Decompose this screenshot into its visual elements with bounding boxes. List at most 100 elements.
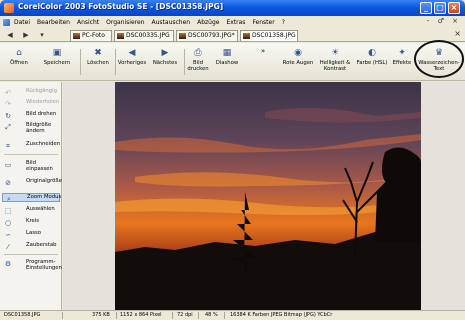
rotate-image-button[interactable]: ↻ Bild drehen (2, 111, 60, 120)
photo-image[interactable] (115, 82, 421, 310)
open-button[interactable]: ⌂ Öffnen (4, 48, 34, 78)
image-viewer[interactable] (63, 82, 465, 310)
effects-button[interactable]: ✦ Effekte (391, 48, 413, 78)
undo-button[interactable]: ↶ Rückgängig (2, 88, 60, 97)
computer-icon (73, 33, 80, 39)
save-icon: ▣ (52, 48, 62, 58)
toolbar-divider (184, 49, 185, 75)
zoom-mode-button[interactable]: ⌕ Zoom Modus (2, 193, 62, 203)
save-label: Speichern (43, 60, 71, 66)
menu-datei[interactable]: Datei (14, 19, 30, 26)
original-size-button[interactable]: ⊘ Originalgröße (2, 178, 62, 187)
print-button[interactable]: ⎙ Bild drucken (186, 48, 210, 78)
redo-label: Wiederholen (26, 99, 60, 105)
red-eye-label: Rote Augen (282, 60, 314, 66)
document-tab-bar: ◀ ▶ ▾ PC-Foto DSC00335.JPG DSC00793.JPG*… (0, 28, 465, 42)
close-button[interactable]: × (448, 2, 460, 14)
status-zoom: 48 % (205, 312, 218, 318)
document-icon[interactable] (3, 18, 10, 26)
arrow-right-icon: ▶ (161, 48, 169, 58)
fit-image-button[interactable]: ▭ Bild einpassen (2, 160, 60, 174)
back-arrow-icon[interactable]: ◀ (2, 30, 18, 40)
brightness-icon: ☀ (330, 48, 340, 58)
resize-image-button[interactable]: ⤢ Bildgröße ändern (2, 122, 60, 136)
folder-open-icon: ⌂ (16, 48, 22, 58)
main-toolbar: ⌂ Öffnen ▣ Speichern ✖ Löschen ◀ Vorheri… (0, 43, 465, 81)
toolbar-overflow-button[interactable]: » (258, 48, 268, 78)
open-label: Öffnen (10, 60, 28, 66)
minimize-button[interactable]: _ (420, 2, 432, 14)
maximize-button[interactable]: □ (434, 2, 446, 14)
status-filesize: 375 KB (92, 312, 110, 318)
resize-icon: ⤢ (5, 123, 11, 131)
menu-ansicht[interactable]: Ansicht (77, 19, 99, 26)
title-bar[interactable]: CorelColor 2003 FotoStudio SE - [DSC0135… (0, 0, 465, 16)
overflow-label: » (260, 47, 266, 55)
magic-wand-button[interactable]: ⁄ Zauberstab (2, 242, 60, 251)
status-colors: 16384 K Farben JPEG Bitmap (JPG) YCbCr (230, 312, 333, 318)
menu-help[interactable]: ? (282, 19, 285, 26)
red-eye-button[interactable]: ◉ Rote Augen (280, 48, 316, 78)
chevron-down-icon[interactable]: ▾ (34, 30, 50, 40)
slideshow-label: Diashow (215, 60, 239, 66)
original-size-label: Originalgröße (26, 178, 62, 184)
next-label: Nächstes (152, 60, 178, 66)
select-icon: ⬚ (4, 207, 12, 215)
brightness-label: Helligkeit & Kontrast (319, 60, 351, 72)
slideshow-button[interactable]: ▦ Diashow (213, 48, 241, 78)
status-filename: DSC01358.JPG (4, 312, 41, 318)
lasso-icon: ∽ (5, 231, 11, 239)
effects-icon: ✦ (398, 48, 406, 58)
menu-bar: Datei Bearbeiten Ansicht Organisieren Au… (0, 17, 465, 27)
circle-select-button[interactable]: ○ Kreis (2, 218, 60, 227)
brightness-contrast-button[interactable]: ☀ Helligkeit & Kontrast (317, 48, 353, 78)
color-icon: ◐ (368, 48, 376, 58)
menu-organisieren[interactable]: Organisieren (106, 19, 144, 26)
forward-arrow-icon[interactable]: ▶ (18, 30, 34, 40)
undo-label: Rückgängig (26, 88, 57, 94)
zoom-label: Zoom Modus (27, 194, 62, 200)
previous-button[interactable]: ◀ Vorheriges (116, 48, 148, 78)
delete-label: Löschen (87, 60, 109, 66)
delete-button[interactable]: ✖ Löschen (84, 48, 112, 78)
status-divider (224, 312, 225, 319)
status-dimensions: 1152 x 864 Pixel (120, 312, 162, 318)
color-hsl-button[interactable]: ◐ Farbe (HSL) (355, 48, 389, 78)
menu-austauschen[interactable]: Austauschen (152, 19, 191, 26)
close-tab-icon[interactable]: × (454, 29, 461, 38)
app-window: CorelColor 2003 FotoStudio SE - [DSC0135… (0, 0, 465, 320)
save-button[interactable]: ▣ Speichern (40, 48, 74, 78)
photo-thumbnail-icon (243, 33, 250, 39)
status-divider (62, 312, 63, 319)
program-settings-button[interactable]: ⚙ Programm-Einstellungen (2, 259, 62, 273)
status-divider (198, 312, 199, 319)
undo-icon: ↶ (5, 89, 11, 97)
tab-dsc01358[interactable]: DSC01358.JPG (240, 30, 298, 41)
menu-bearbeiten[interactable]: Bearbeiten (37, 19, 70, 26)
menu-abzuege[interactable]: Abzüge (197, 19, 219, 26)
resize-label: Bildgröße ändern (26, 122, 52, 134)
crop-button[interactable]: ⌗ Zuschneiden (2, 141, 60, 150)
tools-panel: ↶ Rückgängig ↷ Wiederholen ↻ Bild drehen… (0, 82, 62, 310)
redo-button[interactable]: ↷ Wiederholen (2, 99, 60, 108)
toolbar-divider (80, 49, 81, 75)
tab-label: PC-Foto (82, 32, 105, 39)
document-window-controls[interactable]: - ♂ × (427, 17, 461, 25)
magic-wand-label: Zauberstab (26, 242, 57, 248)
menu-extras[interactable]: Extras (226, 19, 245, 26)
tab-pc-foto[interactable]: PC-Foto (70, 30, 112, 41)
select-button[interactable]: ⬚ Auswählen (2, 206, 60, 215)
rotate-icon: ↻ (5, 112, 11, 120)
lasso-button[interactable]: ∽ Lasso (2, 230, 60, 239)
next-button[interactable]: ▶ Nächstes (150, 48, 180, 78)
fit-label: Bild einpassen (26, 160, 53, 172)
arrow-left-icon: ◀ (128, 48, 136, 58)
tab-dsc00335[interactable]: DSC00335.JPG (114, 30, 174, 41)
sunset-photo (115, 82, 421, 310)
printer-icon: ⎙ (194, 48, 202, 58)
panel-divider (4, 154, 58, 155)
menu-fenster[interactable]: Fenster (252, 19, 274, 26)
tab-dsc00793[interactable]: DSC00793.JPG* (176, 30, 238, 41)
red-eye-icon: ◉ (294, 48, 302, 58)
slideshow-icon: ▦ (222, 48, 232, 58)
